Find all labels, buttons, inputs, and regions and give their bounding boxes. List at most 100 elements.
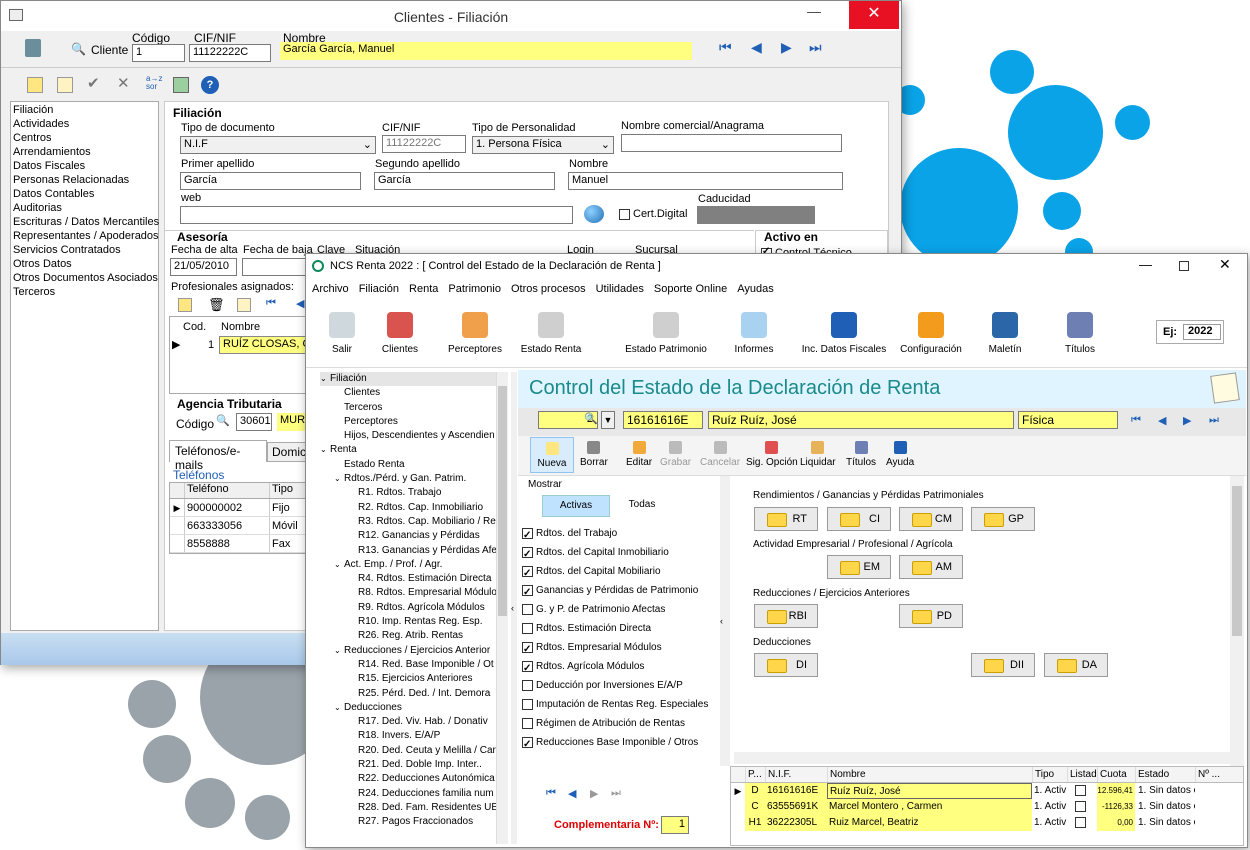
table-row[interactable]: H1 36222305L Ruiz Marcel, Beatriz 1. Activ 0… [731, 815, 1243, 831]
record-nif[interactable]: 16161616E [623, 411, 703, 429]
table-row[interactable]: ▶ 900000002 Fijo [170, 499, 308, 517]
tree-item[interactable]: Estado Renta [320, 458, 508, 472]
grid-col-header[interactable]: Listado [1067, 767, 1097, 782]
minimize-button[interactable]: — [1139, 257, 1152, 272]
close-button[interactable]: ✕ [849, 1, 899, 29]
tab-todas[interactable]: Todas [611, 495, 673, 517]
maletin-button[interactable]: Maletín [979, 312, 1031, 355]
titulos-button[interactable]: Títulos [1054, 312, 1106, 355]
tree-item[interactable]: R24. Deducciones familia num [320, 787, 508, 801]
tree-item[interactable]: R18. Invers. E/A/P [320, 729, 508, 743]
tree-item[interactable]: ⌄ Rdtos./Pérd. y Gan. Patrim. [320, 472, 508, 486]
last-record-icon[interactable]: ⏭ [1209, 414, 1219, 427]
grid-col-header[interactable]: Estado [1135, 767, 1195, 782]
filter-checkbox[interactable]: Rdtos. del Capital Mobiliario [522, 562, 720, 583]
nav-item[interactable]: Arrendamientos [13, 145, 156, 159]
dii-button[interactable]: DII [971, 653, 1035, 677]
first-prof-icon[interactable]: ⏮ [266, 297, 276, 310]
menu-item[interactable]: Patrimonio [448, 283, 501, 295]
nombre2-input[interactable]: Manuel [568, 172, 843, 190]
menu-item[interactable]: Ayudas [737, 283, 774, 295]
informes-button[interactable]: Informes [724, 312, 784, 355]
edit-prof-icon[interactable] [237, 298, 251, 312]
filter-checkbox[interactable]: Rdtos. del Capital Inmobiliario [522, 543, 720, 564]
cif2-input[interactable]: 11122222C [382, 135, 466, 153]
prev-record-icon[interactable]: ◀ [751, 39, 762, 56]
titulos-action-button[interactable]: Títulos [846, 441, 876, 468]
filter-checkbox[interactable]: Deducción por Inversiones E/A/P [522, 676, 720, 695]
tree-item[interactable]: Hijos, Descendientes y Ascendien [320, 429, 508, 443]
tree-item[interactable]: ⌄ Deducciones [320, 701, 508, 715]
notes-icon[interactable] [1210, 372, 1240, 404]
help-icon[interactable]: ? [201, 76, 219, 94]
sig-opcion-button[interactable]: Sig. Opción [746, 441, 798, 468]
ej-value[interactable]: 2022 [1183, 324, 1221, 340]
prev-record-icon[interactable]: ◀ [1158, 414, 1166, 427]
filter-checkbox[interactable]: Régimen de Atribución de Rentas [522, 714, 720, 733]
tree-item[interactable]: ⌄ Filiación [320, 372, 508, 387]
next-icon[interactable]: ▶ [590, 787, 598, 800]
splitter[interactable]: ‹ [511, 372, 517, 844]
nav-item[interactable]: Otros Documentos Asociados [13, 271, 158, 285]
nav-item[interactable]: Datos Fiscales [13, 159, 156, 173]
ayuda-button[interactable]: Ayuda [886, 441, 914, 468]
table-row[interactable]: C 63555691K Marcel Montero , Carmen 1. Acti… [731, 799, 1243, 815]
table-row[interactable]: ▶ D 16161616E Ruíz Ruíz, José 1. Activ 12.596… [731, 783, 1243, 799]
record-nombre[interactable]: Ruíz Ruíz, José [708, 411, 1014, 429]
tree-item[interactable]: Clientes [320, 386, 508, 400]
tree-item[interactable]: R22. Deducciones Autonómica [320, 772, 508, 786]
close-button[interactable]: ✕ [1219, 256, 1231, 273]
estado-renta-button[interactable]: Estado Renta [511, 312, 591, 355]
perceptores-button[interactable]: Perceptores [436, 312, 514, 355]
search-icon[interactable]: 🔍 [584, 412, 598, 425]
apellido1-input[interactable]: García [180, 172, 361, 190]
tree-item[interactable]: R4. Rdtos. Estimación Directa [320, 572, 508, 586]
filter-checkbox[interactable]: Ganancias y Pérdidas de Patrimonio [522, 581, 720, 602]
clientes-button[interactable]: Clientes [370, 312, 430, 355]
prev-prof-icon[interactable]: ◀ [296, 297, 304, 310]
agencia-codigo-input[interactable]: 30601 [236, 413, 272, 431]
ci-button[interactable]: CI [827, 507, 891, 531]
baja-input[interactable] [242, 258, 312, 276]
menu-item[interactable]: Renta [409, 283, 438, 295]
nombre-input[interactable]: García García, Manuel [280, 42, 692, 60]
export-icon[interactable] [173, 77, 189, 93]
codigo-input[interactable]: 1 [132, 44, 185, 62]
first-record-icon[interactable]: ⏮ [1131, 414, 1141, 427]
nav-item[interactable]: Centros [13, 131, 156, 145]
record-tipo[interactable]: Física [1018, 411, 1118, 429]
grid-col-header[interactable]: N.I.F. [765, 767, 827, 782]
tab-activas[interactable]: Activas [542, 495, 610, 517]
filter-checkbox[interactable]: Reducciones Base Imponible / Otros [522, 733, 720, 754]
search-icon[interactable]: 🔍 [216, 414, 230, 427]
delete-prof-icon[interactable]: 🗑 [208, 297, 225, 313]
liquidar-button[interactable]: Liquidar [800, 441, 836, 468]
menu-item[interactable]: Archivo [312, 283, 349, 295]
next-record-icon[interactable]: ▶ [781, 39, 792, 56]
nav-item[interactable]: Datos Contables [13, 187, 156, 201]
web-input[interactable] [180, 206, 573, 224]
filter-checkbox[interactable]: Rdtos. del Trabajo [522, 524, 720, 545]
nav-item[interactable]: Terceros [13, 285, 156, 299]
cm-button[interactable]: CM [899, 507, 963, 531]
grid-col-header[interactable]: Cuota [1097, 767, 1135, 782]
tree-item[interactable]: R9. Rdtos. Agrícola Módulos [320, 601, 508, 615]
grid-col-header[interactable]: Nº ... [1195, 767, 1225, 782]
editar-button[interactable]: Editar [626, 441, 652, 468]
tree-item[interactable]: R15. Ejercicios Anteriores [320, 672, 508, 686]
last-icon[interactable]: ⏭ [611, 787, 621, 800]
tree-item[interactable]: Terceros [320, 401, 508, 415]
menu-item[interactable]: Otros procesos [511, 283, 586, 295]
prev-icon[interactable]: ◀ [568, 787, 576, 800]
inc-datos-fiscales-button[interactable]: Inc. Datos Fiscales [801, 312, 887, 355]
personalidad-select[interactable]: 1. Persona Física ⌄ [472, 136, 614, 154]
tree-item[interactable]: R21. Ded. Doble Imp. Inter.. [320, 758, 508, 772]
complementaria-input[interactable]: 1 [661, 816, 689, 834]
first-icon[interactable]: ⏮ [546, 787, 556, 800]
nav-item[interactable]: Representantes / Apoderados [13, 229, 159, 243]
search-icon[interactable]: 🔍 [71, 42, 86, 56]
nav-item[interactable]: Servicios Contratados [13, 243, 156, 257]
menu-item[interactable]: Utilidades [596, 283, 644, 295]
tree-item[interactable]: ⌄ Reducciones / Ejercicios Anterior [320, 644, 508, 658]
checks-scrollbar[interactable]: ‹ [720, 476, 730, 766]
